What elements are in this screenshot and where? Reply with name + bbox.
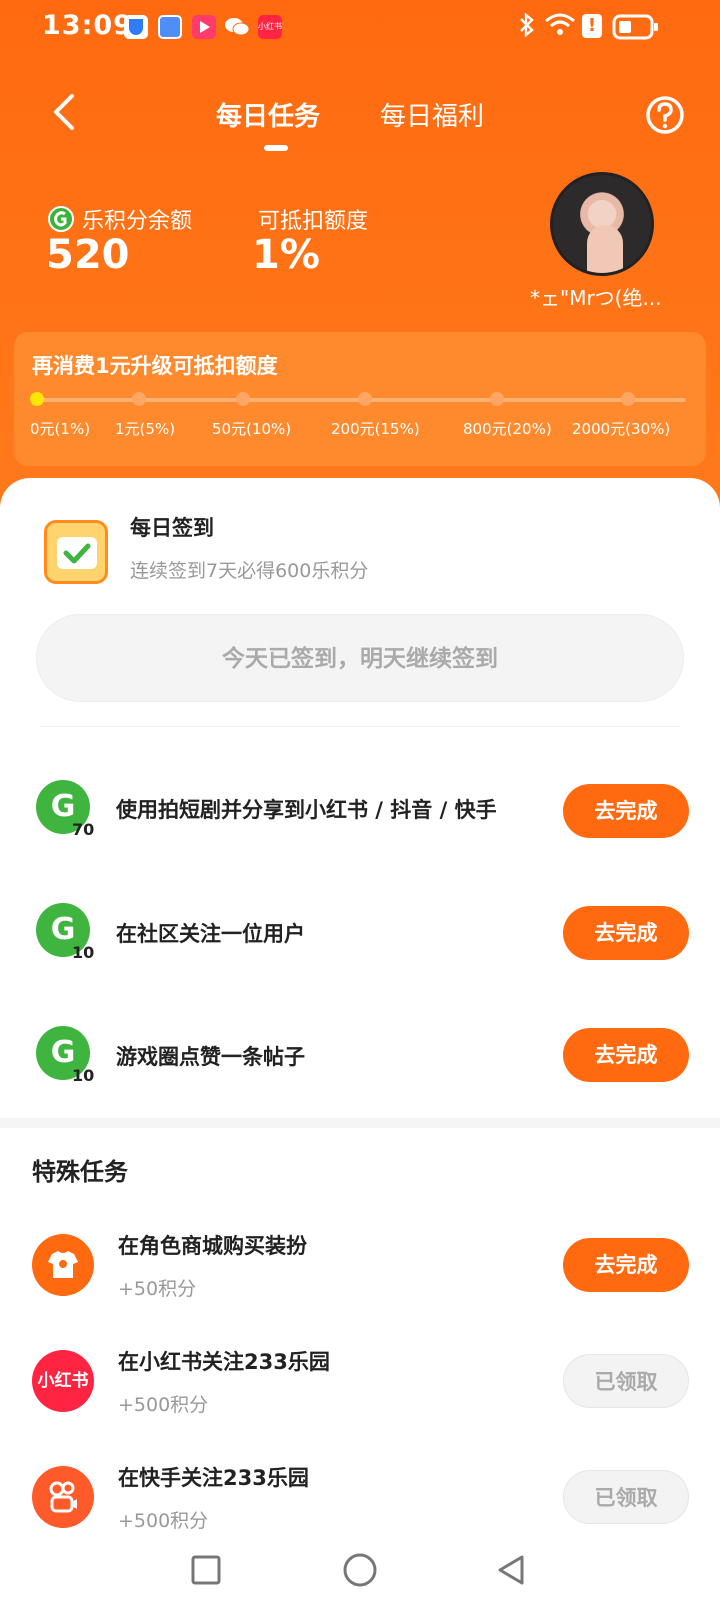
wechat-icon [224, 15, 250, 39]
avatar[interactable] [550, 172, 654, 276]
back-arrow-icon[interactable] [50, 92, 86, 132]
progress-step-label: 50元(10%) [212, 420, 292, 438]
upgrade-progress-card: 再消费1元升级可抵扣额度 0元(1%) 1元(5%) 50元(10%) 200元… [14, 332, 706, 466]
calendar-check-icon [44, 520, 108, 584]
username: *ェ"Mrつ(绝... [530, 286, 662, 310]
checkin-button[interactable]: 今天已签到，明天继续签到 [36, 614, 684, 702]
bluetooth-icon [518, 12, 536, 44]
special-task-title: 在快手关注233乐园 [118, 1466, 309, 1490]
deduction-value: 1% [252, 232, 320, 278]
kuaishou-icon [32, 1466, 94, 1528]
progress-step-dot [30, 392, 44, 406]
shirt-icon [32, 1234, 94, 1296]
id-card-app-icon [158, 15, 182, 39]
xiaohongshu-icon: 小红书 [32, 1350, 94, 1412]
battery-icon [612, 14, 660, 46]
go-complete-button[interactable]: 去完成 [563, 1028, 689, 1082]
active-tab-indicator [264, 145, 288, 151]
status-bar: 13:09 小红书 ! [0, 0, 720, 56]
special-task-reward: +50积分 [118, 1278, 197, 1300]
status-time: 13:09 [42, 10, 133, 41]
recent-apps-icon[interactable] [190, 1554, 222, 1590]
task-points: 70 [72, 820, 95, 839]
wifi-icon [544, 12, 576, 44]
checkin-subtitle: 连续签到7天必得600乐积分 [130, 560, 369, 582]
claimed-button[interactable]: 已领取 [563, 1470, 689, 1524]
progress-step-dot [490, 392, 504, 406]
progress-step-dot [358, 392, 372, 406]
video-app-icon [192, 15, 216, 39]
special-tasks-title: 特殊任务 [32, 1158, 128, 1186]
home-icon[interactable] [342, 1552, 378, 1592]
upgrade-progress-title: 再消费1元升级可抵扣额度 [32, 354, 278, 378]
special-task-reward: +500积分 [118, 1510, 209, 1532]
go-complete-button[interactable]: 去完成 [563, 1238, 689, 1292]
system-navigation-bar [0, 1540, 720, 1612]
go-complete-button[interactable]: 去完成 [563, 906, 689, 960]
task-points: 10 [72, 943, 95, 962]
task-text: 在社区关注一位用户 [116, 922, 305, 946]
progress-step-label: 200元(15%) [331, 420, 420, 438]
special-task-title: 在小红书关注233乐园 [118, 1350, 330, 1374]
shield-app-icon [124, 15, 148, 39]
go-complete-button[interactable]: 去完成 [563, 784, 689, 838]
task-text: 使用拍短剧并分享到小红书 / 抖音 / 快手 [116, 798, 497, 822]
section-separator [0, 1118, 720, 1128]
task-text: 游戏圈点赞一条帖子 [116, 1045, 305, 1069]
progress-step-label: 2000元(30%) [572, 420, 671, 438]
tab-daily-tasks[interactable]: 每日任务 [216, 96, 320, 133]
tab-daily-benefits[interactable]: 每日福利 [380, 96, 484, 133]
progress-step-label: 0元(1%) [30, 420, 91, 438]
divider [40, 726, 680, 727]
special-task-reward: +500积分 [118, 1394, 209, 1416]
points-balance-label: 乐积分余额 [82, 209, 193, 234]
checkin-title: 每日签到 [130, 516, 214, 540]
xiaohongshu-status-icon: 小红书 [258, 15, 282, 39]
alert-icon: ! [582, 14, 602, 38]
deduction-label: 可抵扣额度 [258, 209, 369, 234]
points-coin-icon [48, 206, 74, 232]
claimed-button[interactable]: 已领取 [563, 1354, 689, 1408]
progress-step-label: 1元(5%) [115, 420, 176, 438]
points-balance-value: 520 [46, 232, 130, 278]
special-task-title: 在角色商城购买装扮 [118, 1234, 307, 1258]
progress-step-dot [621, 392, 635, 406]
back-triangle-icon[interactable] [494, 1553, 528, 1591]
progress-step-label: 800元(20%) [463, 420, 552, 438]
task-points: 10 [72, 1066, 95, 1085]
help-icon[interactable] [645, 95, 685, 135]
progress-step-dot [132, 392, 146, 406]
progress-step-dot [236, 392, 250, 406]
